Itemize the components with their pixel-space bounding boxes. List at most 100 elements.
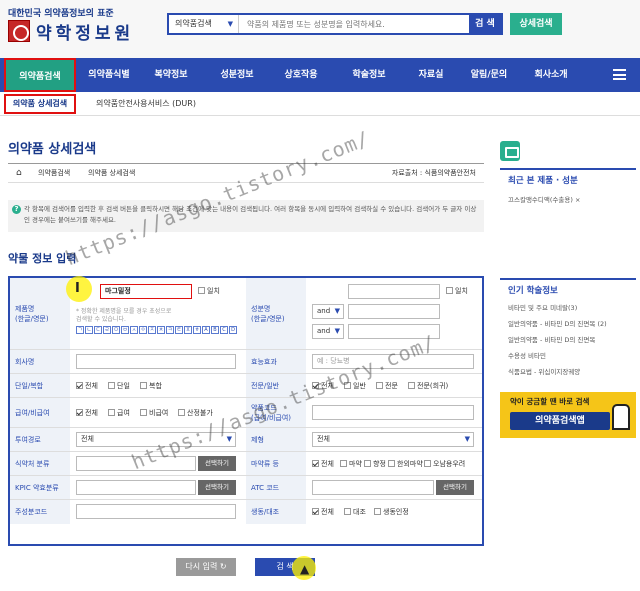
reimburse-uncovered[interactable]: 비급여 [140,408,168,418]
kpic-input[interactable] [76,480,196,495]
product-hint: * 정확한 제품명을 모를 경우 초성으로 검색할 수 있습니다. [76,308,172,323]
mfds-class-label: 식약처 분류 [10,452,70,475]
menu-icon[interactable] [613,69,626,80]
nav-item-drug-search[interactable]: 의약품검색 [4,58,76,92]
mfds-class-select-button[interactable]: 선택하기 [198,456,236,471]
initial-key[interactable]: ㅊ [157,326,165,334]
academic-title: 인기 학술정보 [508,286,558,296]
recent-viewed-panel: 최근 본 제품 · 성분 끄스칼맹수디액(수출용) × [500,168,636,208]
initial-key[interactable]: ㅎ [193,326,201,334]
notice-text: 각 항목에 검색어를 입력한 후 검색 버튼을 클릭하시면 해당 조건에 맞는 … [24,205,477,224]
nav-item-drug-id[interactable]: 의약품식별 [78,58,140,92]
main-code-label: 주성분코드 [10,500,70,524]
search-button[interactable]: 검 색 [469,13,501,35]
search-bar: 의약품검색▼ 검 색 [167,13,503,35]
initial-key[interactable]: ㅅ [130,326,138,334]
nav-item-notice[interactable]: 알림/문의 [458,58,520,92]
initial-key[interactable]: ㅋ [166,326,174,334]
initial-key[interactable]: ㅇ [139,326,147,334]
recent-viewed-item[interactable]: 끄스칼맹수디액(수출용) × [508,194,580,204]
subnav-detail-search[interactable]: 의약품 상세검색 [4,94,76,114]
breadcrumb-item[interactable]: 의약품 상세검색 [88,164,135,182]
ingredient-input-1[interactable] [348,284,440,299]
reimburse-na[interactable]: 산정불가 [178,408,213,418]
single-combo-single[interactable]: 단일 [108,381,130,391]
bio-all[interactable]: 전체 [312,507,334,517]
narcotic-narcotic[interactable]: 마약 [340,459,362,469]
bio-equivalence[interactable]: 생동인정 [374,507,409,517]
atc-select-button[interactable]: 선택하기 [436,480,474,495]
initial-key[interactable]: ㅂ [121,326,129,334]
home-icon[interactable]: ⌂ [16,164,22,182]
main-nav: 의약품검색 의약품식별 복약정보 성분정보 상호작용 학술정보 자료실 알림/문… [0,58,640,92]
and-select-1[interactable]: and ▼ [312,304,344,319]
sub-nav: 의약품 상세검색 의약품안전사용서비스 (DUR) [0,92,640,116]
initial-key[interactable]: ㄴ [85,326,93,334]
initial-key[interactable]: ㅈ [148,326,156,334]
kpic-select-button[interactable]: 선택하기 [198,480,236,495]
print-icon[interactable] [500,141,520,161]
initial-key[interactable]: ㅍ [184,326,192,334]
recent-viewed-title: 최근 본 제품 · 성분 [508,176,578,186]
narcotic-psychotropic[interactable]: 향정 [364,459,386,469]
logo-text[interactable]: 약학정보원 [36,19,134,44]
initial-key[interactable]: A [202,326,210,334]
academic-panel: 인기 학술정보 비타민 및 주요 미네랄(3) 일반의약품 - 비타민 D의 진… [500,278,636,378]
ingredient-input-2[interactable] [348,304,440,319]
drug-code-input[interactable] [312,405,474,420]
subnav-dur[interactable]: 의약품안전사용서비스 (DUR) [96,95,196,113]
nav-item-academic[interactable]: 학술정보 [338,58,400,92]
pro-general-rare[interactable]: 전문(희귀) [408,381,448,391]
narcotic-abuse[interactable]: 오남용우려 [424,459,465,469]
initial-key[interactable]: ㅁ [112,326,120,334]
single-combo-all[interactable]: 전체 [76,381,98,391]
academic-item[interactable]: 일반의약품 - 비타민 D의 진면목 [508,334,595,344]
search-input[interactable] [243,15,437,33]
bio-control[interactable]: 대조 [344,507,366,517]
initial-key[interactable]: B [211,326,219,334]
nav-item-library[interactable]: 자료실 [406,58,456,92]
academic-item[interactable]: 비타민 및 주요 미네랄(3) [508,302,577,312]
search-type-select[interactable]: 의약품검색 ▼ [169,15,239,33]
atc-input[interactable] [312,480,434,495]
ingredient-exact-checkbox[interactable]: 일치 [446,286,468,296]
initial-key[interactable]: ㄹ [103,326,111,334]
company-input[interactable] [76,354,236,369]
product-exact-checkbox[interactable]: 일치 [198,286,220,296]
initial-key[interactable]: ㄷ [94,326,102,334]
reset-button[interactable]: 다시 입력 ↻ [176,558,236,576]
app-banner[interactable]: 약이 궁금할 땐 바로 검색 의약품검색앱 [500,392,636,438]
initial-key[interactable]: C [220,326,228,334]
initial-key[interactable]: ㄱ [76,326,84,334]
detail-search-button[interactable]: 상세검색 [510,13,562,35]
tagline: 대한민국 의약품정보의 표준 [8,9,114,19]
single-combo-combo[interactable]: 복합 [140,381,162,391]
logo-icon[interactable] [8,20,30,42]
nav-item-medication[interactable]: 복약정보 [140,58,202,92]
breadcrumb-item[interactable]: 의약품검색 [38,164,70,182]
narcotic-all[interactable]: 전체 [312,459,334,469]
nav-item-ingredient[interactable]: 성분정보 [206,58,268,92]
product-name-label: 제품명 (한글/영문) [10,278,70,349]
reimburse-all[interactable]: 전체 [76,408,98,418]
academic-item[interactable]: 식품요법 - 위십이지장궤양 [508,366,580,376]
narcotic-exempt[interactable]: 한외마약 [388,459,423,469]
and-select-2[interactable]: and ▼ [312,324,344,339]
info-icon: ? [12,205,21,214]
initial-key[interactable]: D [229,326,237,334]
nav-item-interaction[interactable]: 상호작용 [270,58,332,92]
main-code-input[interactable] [76,504,236,519]
single-combo-label: 단일/복합 [10,374,70,397]
product-name-input[interactable]: 마그밀정 [100,284,192,299]
initial-key[interactable]: ㅌ [175,326,183,334]
form-type-select[interactable]: 전체 ▼ [312,432,474,447]
academic-item[interactable]: 수용성 비타민 [508,350,546,360]
chevron-down-icon: ▼ [227,20,233,28]
close-icon[interactable]: × [575,196,580,204]
academic-item[interactable]: 일반의약품 - 비타민 D의 진면목 (2) [508,318,607,328]
kpic-label: KPIC 약효분류 [10,476,70,499]
nav-item-company[interactable]: 회사소개 [520,58,582,92]
pro-general-pro[interactable]: 전문 [376,381,398,391]
reimburse-covered[interactable]: 급여 [108,408,130,418]
route-label: 투여경로 [10,428,70,451]
